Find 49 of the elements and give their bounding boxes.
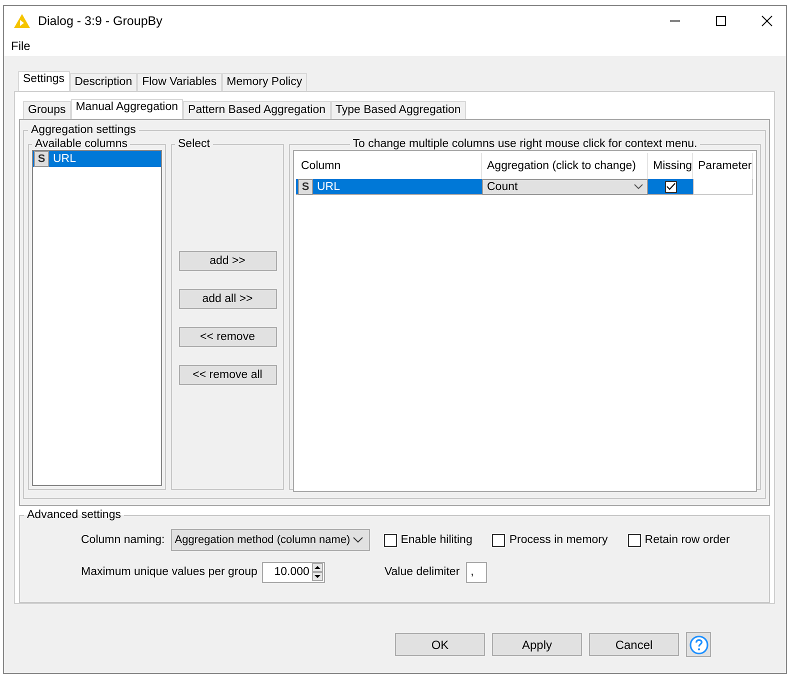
delimiter-field[interactable]: ,: [466, 562, 487, 582]
group-title: Available columns: [34, 138, 128, 150]
move-button[interactable]: << remove all: [178, 365, 276, 385]
tab[interactable]: Settings: [18, 71, 70, 91]
dialog-button[interactable]: Apply: [492, 633, 582, 656]
triangle-logo-icon: [14, 14, 30, 28]
dialog-button[interactable]: Cancel: [589, 633, 679, 656]
tab[interactable]: Flow Variables: [137, 73, 222, 91]
help-button[interactable]: [686, 632, 711, 657]
move-button[interactable]: << remove: [178, 327, 276, 347]
caret-icon: [352, 537, 363, 543]
group-title: Select: [177, 138, 211, 150]
column-naming-dropdown[interactable]: Aggregation method (column name): [170, 529, 370, 551]
tab[interactable]: Description: [70, 73, 138, 91]
tab[interactable]: Manual Aggregation: [70, 99, 184, 119]
tab[interactable]: Groups: [23, 101, 71, 119]
list-item[interactable]: S URL: [33, 151, 161, 167]
maximize-icon[interactable]: [715, 15, 727, 27]
string-type-icon: S: [34, 151, 49, 167]
tab[interactable]: Type Based Aggregation: [330, 101, 466, 119]
move-button[interactable]: add >>: [178, 251, 276, 271]
menu-item[interactable]: File: [11, 39, 30, 53]
group-title: Advanced settings: [26, 509, 122, 521]
checkbox[interactable]: [664, 180, 676, 192]
field-label: Column naming:: [81, 534, 165, 546]
number-spinner[interactable]: 10.000: [262, 562, 326, 582]
close-icon[interactable]: [761, 15, 773, 27]
caret-icon: [634, 184, 643, 190]
spin-arrows-icon[interactable]: [312, 563, 324, 581]
checkbox[interactable]: [492, 534, 506, 546]
string-type-icon: S: [298, 178, 313, 194]
checkbox-label: Retain row order: [644, 534, 730, 546]
tab[interactable]: Pattern Based Aggregation: [183, 101, 330, 119]
field-label: Maximum unique values per group: [81, 566, 258, 578]
field-label: Value delimiter: [384, 566, 460, 578]
move-button[interactable]: add all >>: [178, 289, 276, 309]
group-title: Aggregation settings: [30, 124, 137, 136]
tab[interactable]: Memory Policy: [222, 73, 308, 91]
checkbox[interactable]: [384, 534, 397, 546]
checkbox-label: Process in memory: [509, 534, 608, 546]
cell-text: URL: [317, 180, 340, 192]
column-header[interactable]: Parameter: [693, 153, 753, 179]
checkbox-label: Enable hiliting: [400, 534, 472, 546]
window-title: Dialog - 3:9 - GroupBy: [38, 14, 162, 28]
group-title: To change multiple columns use right mouse click for context menu.: [352, 138, 698, 150]
dialog-button[interactable]: OK: [395, 633, 485, 656]
aggregation-dropdown[interactable]: Count: [482, 179, 648, 195]
checkbox[interactable]: [628, 534, 641, 546]
table-cell: [693, 179, 753, 195]
